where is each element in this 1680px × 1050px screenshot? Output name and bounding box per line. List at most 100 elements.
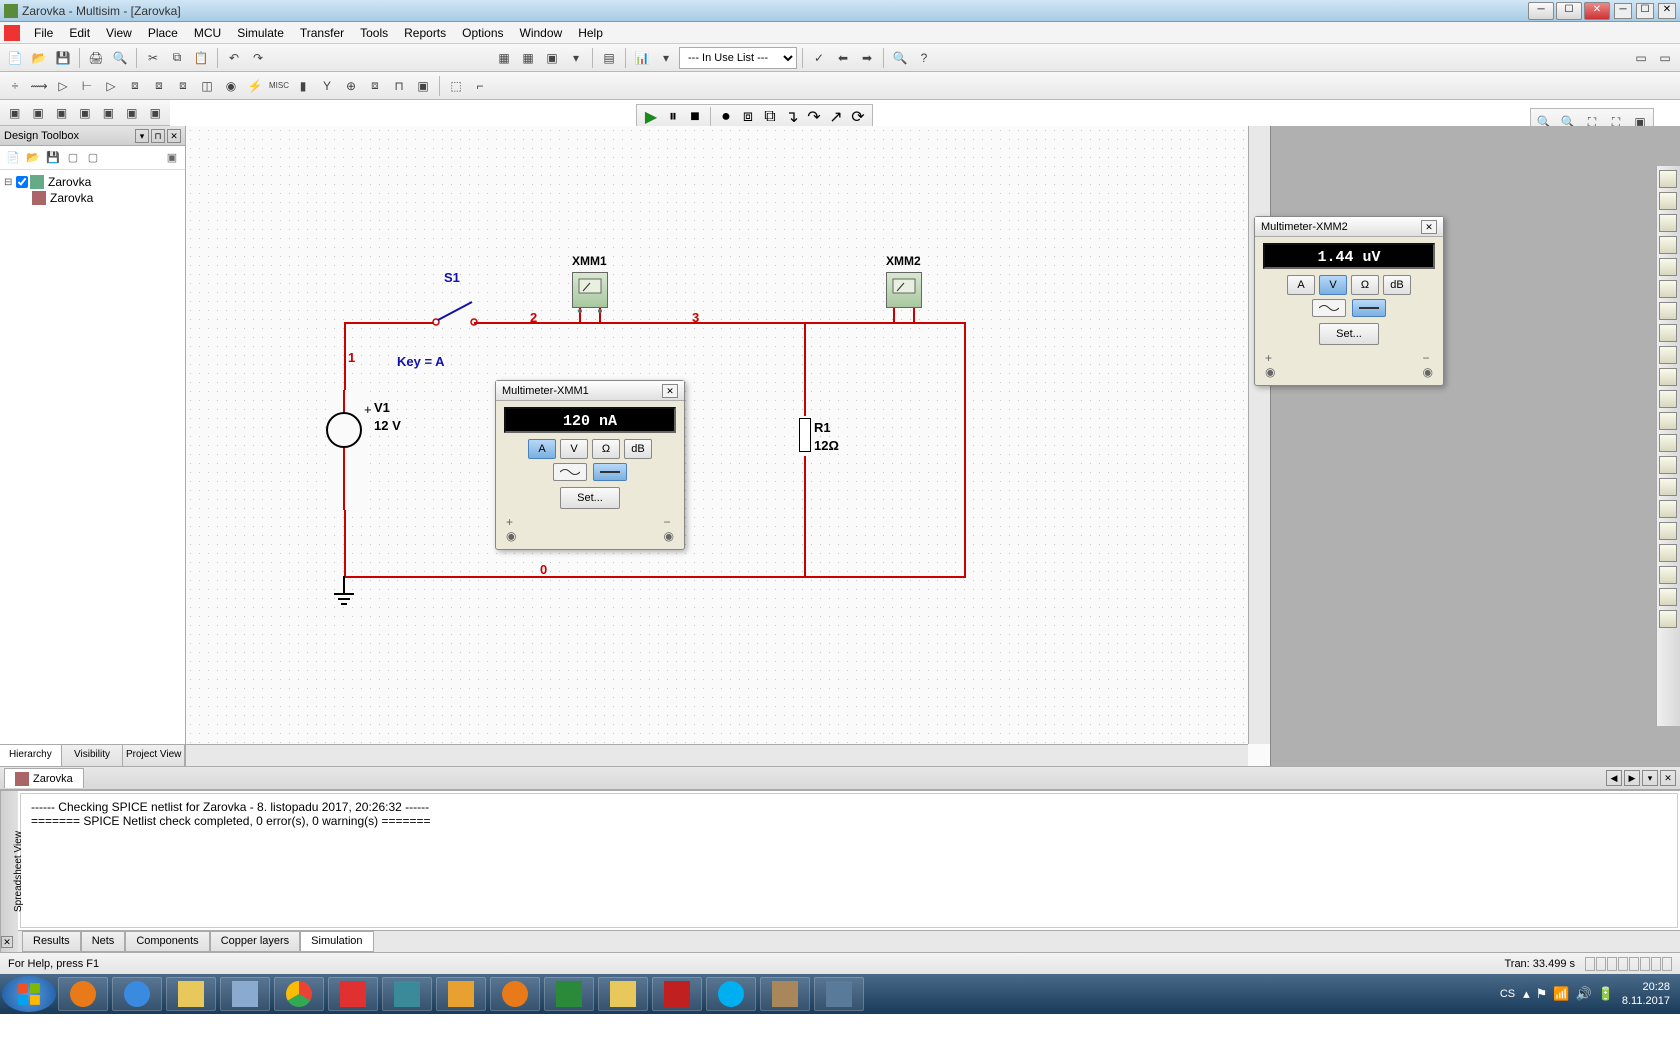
- task-outlook[interactable]: [436, 977, 486, 1011]
- mixed-icon[interactable]: ◫: [196, 75, 218, 97]
- undo-button[interactable]: ↶: [223, 47, 245, 69]
- redo-button[interactable]: ↷: [247, 47, 269, 69]
- labview-icon[interactable]: [1659, 566, 1677, 584]
- agilent-fg-icon[interactable]: [1659, 478, 1677, 496]
- task-excel[interactable]: [544, 977, 594, 1011]
- task-explorer[interactable]: [166, 977, 216, 1011]
- ttl-icon[interactable]: ⧈: [124, 75, 146, 97]
- menu-place[interactable]: Place: [140, 24, 186, 42]
- tray-volume-icon[interactable]: 🔊: [1576, 986, 1592, 1002]
- tab-next-button[interactable]: ▶: [1624, 770, 1640, 786]
- probe6-icon[interactable]: ▣: [121, 102, 142, 124]
- tray-power-icon[interactable]: 🔋: [1598, 986, 1614, 1002]
- mm2-set-button[interactable]: Set...: [1319, 323, 1379, 345]
- mm2-ac-button[interactable]: [1312, 299, 1346, 317]
- menu-file[interactable]: File: [26, 24, 61, 42]
- diode-icon[interactable]: ▷: [52, 75, 74, 97]
- mm1-mode-ohm[interactable]: Ω: [592, 439, 620, 459]
- elvis-icon[interactable]: [1659, 588, 1677, 606]
- advanced-icon[interactable]: ▮: [292, 75, 314, 97]
- pause-button[interactable]: ⏸: [663, 107, 683, 127]
- step-out-button[interactable]: ↗: [826, 107, 846, 127]
- logic-analyzer-icon[interactable]: [1659, 346, 1677, 364]
- minimize-button[interactable]: ─: [1528, 2, 1554, 20]
- paste-button[interactable]: 📋: [190, 47, 212, 69]
- hierarchy-icon[interactable]: ⬚: [445, 75, 467, 97]
- tab-project-view[interactable]: Project View: [123, 745, 185, 766]
- design5-icon[interactable]: ▢: [84, 149, 102, 167]
- menu-edit[interactable]: Edit: [61, 24, 98, 42]
- tray-up-icon[interactable]: ▴: [1523, 986, 1530, 1002]
- spreadsheet-close-button[interactable]: ✕: [1, 936, 13, 948]
- 4ch-scope-icon[interactable]: [1659, 258, 1677, 276]
- wire-bottom[interactable]: [344, 576, 966, 578]
- iv-analyzer-icon[interactable]: [1659, 390, 1677, 408]
- print-button[interactable]: 🖨: [85, 47, 107, 69]
- probe5-icon[interactable]: ▣: [98, 102, 119, 124]
- current-probe-icon[interactable]: [1659, 610, 1677, 628]
- mm1-mode-db[interactable]: dB: [624, 439, 652, 459]
- tree-child[interactable]: Zarovka: [4, 190, 181, 206]
- toolbox-close-button[interactable]: ✕: [167, 129, 181, 143]
- output-log[interactable]: ------ Checking SPICE netlist for Zarovk…: [20, 793, 1678, 928]
- tab-hierarchy[interactable]: Hierarchy: [0, 745, 62, 766]
- save-button[interactable]: 💾: [52, 47, 74, 69]
- ground-symbol[interactable]: [332, 576, 356, 608]
- trail-button[interactable]: ⧉: [760, 107, 780, 127]
- cmos-icon[interactable]: ⧈: [148, 75, 170, 97]
- mm2-mode-v[interactable]: V: [1319, 275, 1347, 295]
- multimeter-icon[interactable]: [1659, 170, 1677, 188]
- schematic-canvas[interactable]: + XMM1: [186, 126, 1248, 744]
- doc-restore-button[interactable]: ☐: [1636, 3, 1654, 19]
- freq-counter-icon[interactable]: [1659, 302, 1677, 320]
- mm2-mode-a[interactable]: A: [1287, 275, 1315, 295]
- transistor-icon[interactable]: ⊢: [76, 75, 98, 97]
- task-skype[interactable]: [706, 977, 756, 1011]
- task-app-brown[interactable]: [760, 977, 810, 1011]
- switch-s1[interactable]: [432, 286, 478, 326]
- task-folder[interactable]: [598, 977, 648, 1011]
- fwd-button[interactable]: ➡: [856, 47, 878, 69]
- cut-button[interactable]: ✂: [142, 47, 164, 69]
- stop-button[interactable]: ■: [685, 107, 705, 127]
- task-ie[interactable]: [112, 977, 162, 1011]
- mm1-set-button[interactable]: Set...: [560, 487, 620, 509]
- ni-icon[interactable]: ⧈: [364, 75, 386, 97]
- menu-window[interactable]: Window: [512, 24, 571, 42]
- otab-copper[interactable]: Copper layers: [210, 931, 300, 952]
- toolbox-menu-button[interactable]: ▾: [135, 129, 149, 143]
- mm2-close-button[interactable]: ✕: [1421, 220, 1437, 234]
- function-gen-icon[interactable]: [1659, 192, 1677, 210]
- design6-icon[interactable]: ▣: [163, 149, 181, 167]
- close-button[interactable]: ✕: [1584, 2, 1610, 20]
- menu-transfer[interactable]: Transfer: [292, 24, 352, 42]
- run-button[interactable]: ▶: [641, 107, 661, 127]
- canvas-hscroll[interactable]: [186, 744, 1248, 766]
- sheet-button[interactable]: ▦: [493, 47, 515, 69]
- task-chrome[interactable]: [274, 977, 324, 1011]
- task-adobe[interactable]: [652, 977, 702, 1011]
- otab-nets[interactable]: Nets: [81, 931, 126, 952]
- breadboard-button[interactable]: ▭: [1630, 47, 1652, 69]
- tab-visibility[interactable]: Visibility: [62, 745, 124, 766]
- tree-root[interactable]: ⊟ Zarovka: [4, 174, 181, 190]
- spectrum-icon[interactable]: [1659, 434, 1677, 452]
- doc-minimize-button[interactable]: ─: [1614, 3, 1632, 19]
- agilent-scope-icon[interactable]: [1659, 522, 1677, 540]
- interactive-button[interactable]: ⧈: [738, 107, 758, 127]
- menu-view[interactable]: View: [98, 24, 140, 42]
- otab-components[interactable]: Components: [125, 931, 209, 952]
- open-button[interactable]: 📂: [28, 47, 50, 69]
- task-multisim[interactable]: [814, 977, 864, 1011]
- misc-digital-icon[interactable]: ⧈: [172, 75, 194, 97]
- task-mediaplayer[interactable]: [58, 977, 108, 1011]
- task-app-teal[interactable]: [382, 977, 432, 1011]
- menu-options[interactable]: Options: [454, 24, 511, 42]
- word-gen-icon[interactable]: [1659, 324, 1677, 342]
- design4-icon[interactable]: ▢: [64, 149, 82, 167]
- doc-tab-zarovka[interactable]: Zarovka: [4, 768, 84, 788]
- maximize-button[interactable]: ☐: [1556, 2, 1582, 20]
- help-button[interactable]: ?: [913, 47, 935, 69]
- oscilloscope-icon[interactable]: [1659, 236, 1677, 254]
- save-design-icon[interactable]: 💾: [44, 149, 62, 167]
